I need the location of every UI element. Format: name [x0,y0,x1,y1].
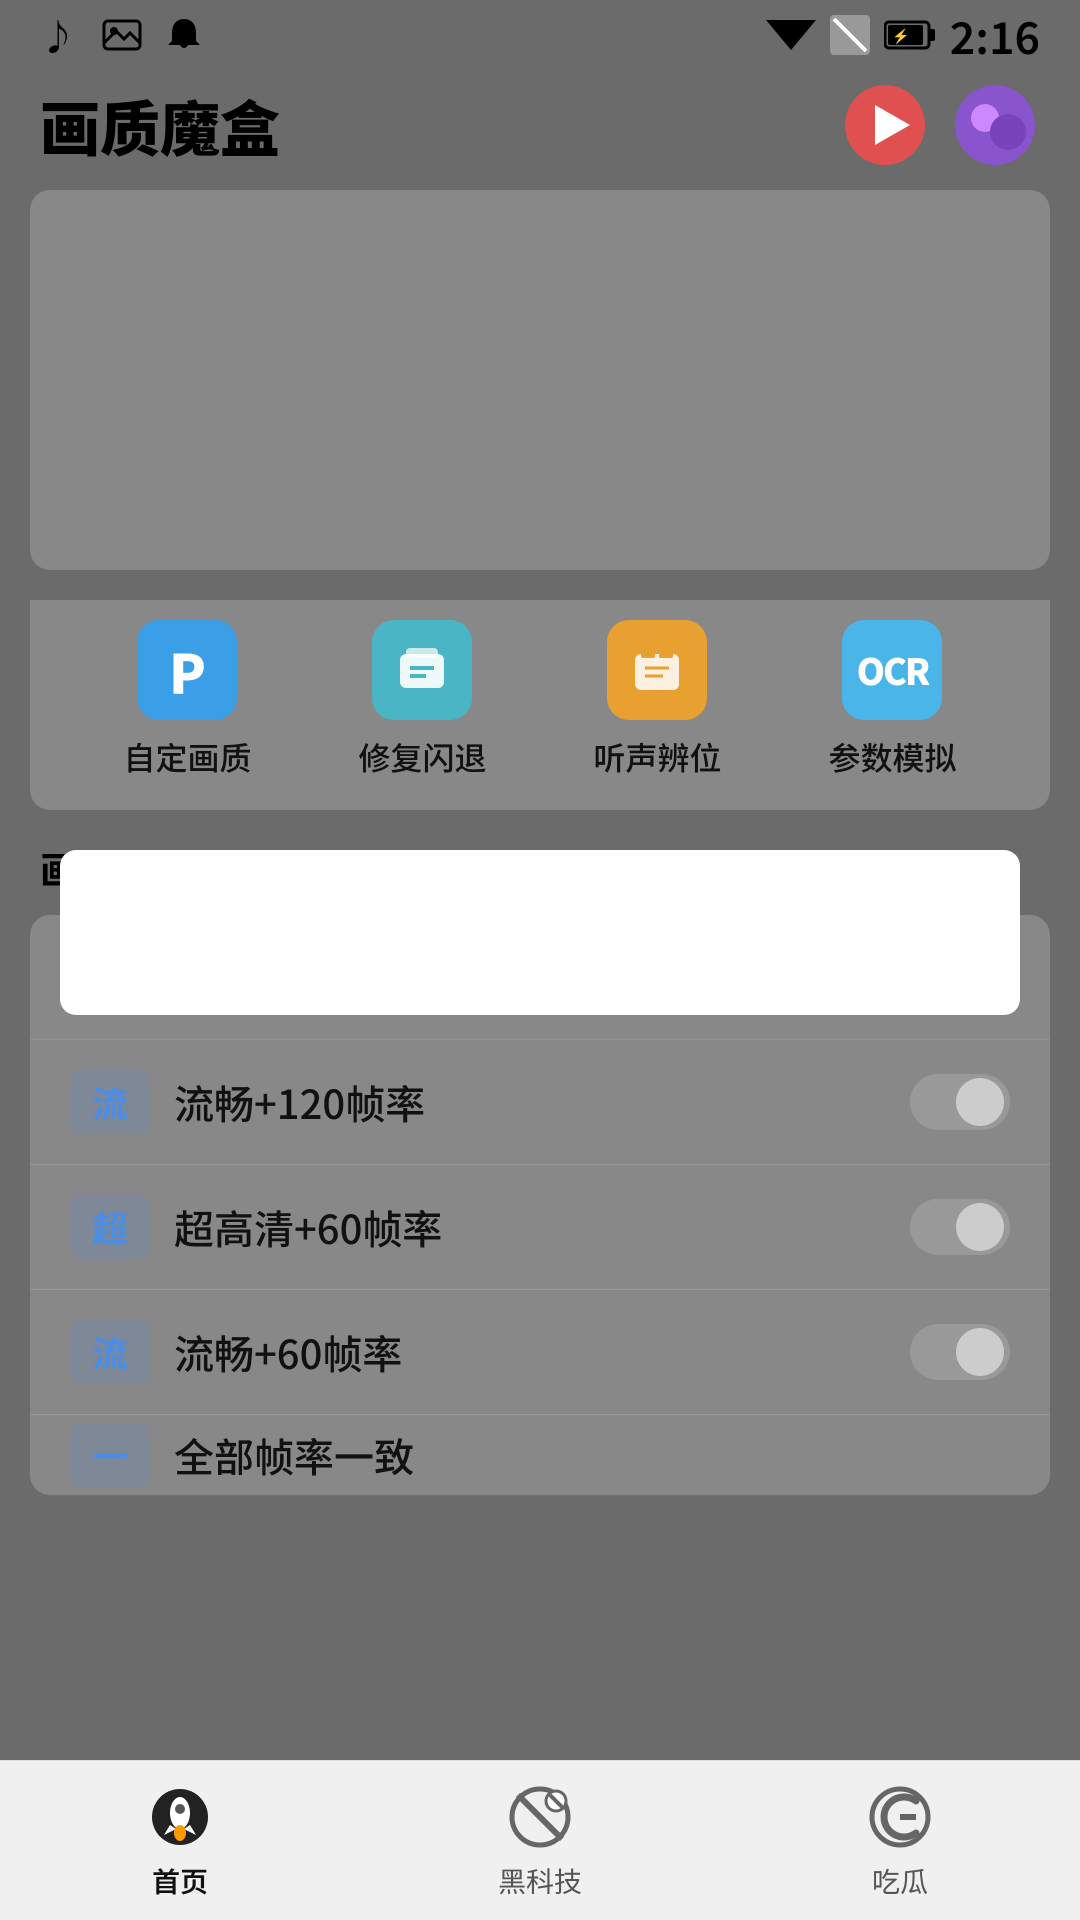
status-left-icons: ♪ [40,13,204,57]
shortcut-param-sim[interactable]: OCR 参数模拟 [828,620,956,780]
settings-item-4[interactable]: 一 全部帧率一致 [30,1415,1050,1495]
status-right-icons: ⚡ 2:16 [766,3,1040,67]
toggle-knob-4 [956,1431,1004,1479]
app-title: 画质魔盒 [40,82,280,169]
toggle-knob-2 [956,1203,1004,1251]
item-label-3: 流畅+60帧率 [174,1323,886,1381]
play-icon[interactable] [840,80,930,170]
status-bar: ♪ ⚡ 2:16 [0,0,1080,70]
custom-quality-icon: P [137,620,237,720]
settings-item-2[interactable]: 超 超高清+60帧率 [30,1165,1050,1290]
shortcut-fix-crash[interactable]: 修复闪退 [358,620,486,780]
toggle-2[interactable] [910,1199,1010,1255]
nav-label-blacktech: 黑科技 [498,1861,582,1901]
badge-2: 超 [70,1195,150,1259]
badge-4: 一 [70,1423,150,1487]
toggle-knob-3 [956,1328,1004,1376]
tiktok-icon: ♪ [40,15,80,55]
image-icon [100,13,144,57]
profile-icon[interactable] [950,80,1040,170]
nav-item-home[interactable]: 首页 [0,1781,360,1901]
banner-area [30,190,1050,570]
bell-icon [164,15,204,55]
sound-locate-icon [607,620,707,720]
header-action-icons[interactable] [840,80,1040,170]
signal-icon [830,15,870,55]
nav-label-gossip: 吃瓜 [872,1861,928,1901]
svg-text:⚡: ⚡ [892,26,909,46]
item-label-1: 流畅+120帧率 [174,1073,886,1131]
app-header: 画质魔盒 [0,70,1080,190]
toggle-1[interactable] [910,1074,1010,1130]
nav-item-blacktech[interactable]: 黑科技 [360,1781,720,1901]
nav-item-gossip[interactable]: 吃瓜 [720,1781,1080,1901]
settings-item-3[interactable]: 流 流畅+60帧率 [30,1290,1050,1415]
shortcut-custom-quality[interactable]: P 自定画质 [123,620,251,780]
popup-overlay [60,850,1020,1015]
shortcut-sound-locate[interactable]: 听声辨位 [593,620,721,780]
badge-3: 流 [70,1320,150,1384]
bottom-nav: 首页 黑科技 吃瓜 [0,1760,1080,1920]
wifi-icon [766,15,816,55]
param-sim-icon: OCR [842,620,942,720]
settings-item-1[interactable]: 流 流畅+120帧率 [30,1040,1050,1165]
custom-quality-label: 自定画质 [123,734,251,780]
fix-crash-icon [372,620,472,720]
battery-icon: ⚡ [884,17,936,53]
shortcuts-row: P 自定画质 修复闪退 听声辨位 OCR [30,600,1050,810]
badge-1: 流 [70,1070,150,1134]
blacktech-icon [504,1781,576,1853]
item-label-2: 超高清+60帧率 [174,1198,886,1256]
toggle-3[interactable] [910,1324,1010,1380]
svg-text:♪: ♪ [40,15,76,55]
nav-label-home: 首页 [152,1861,208,1901]
sound-locate-label: 听声辨位 [593,734,721,780]
fix-crash-label: 修复闪退 [358,734,486,780]
param-sim-label: 参数模拟 [828,734,956,780]
status-time: 2:16 [950,3,1040,67]
toggle-knob-1 [956,1078,1004,1126]
item-label-4: 全部帧率一致 [174,1426,886,1484]
gossip-icon [864,1781,936,1853]
home-rocket-icon [144,1781,216,1853]
